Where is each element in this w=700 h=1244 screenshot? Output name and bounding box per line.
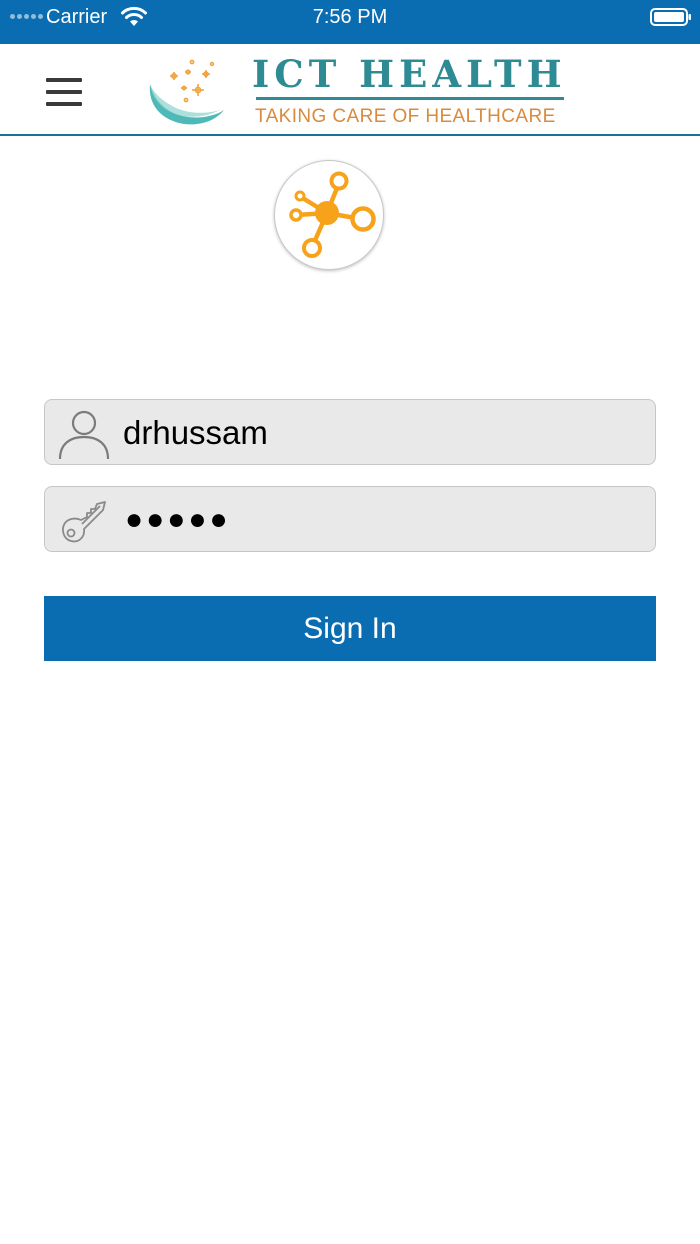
brand-title: ICT HEALTH (252, 52, 567, 96)
username-field[interactable] (44, 399, 656, 465)
status-time: 7:56 PM (312, 6, 388, 28)
status-bar: Carrier 7:56 PM (0, 0, 700, 44)
username-input[interactable] (123, 408, 643, 458)
password-field[interactable] (44, 486, 656, 552)
user-icon (58, 410, 110, 460)
battery-icon (650, 8, 691, 26)
brand-tagline: TAKING CARE OF HEALTHCARE (255, 106, 556, 127)
brand-divider (256, 97, 564, 100)
key-icon (62, 501, 106, 543)
password-input[interactable] (123, 495, 643, 545)
molecule-logo-icon (274, 160, 384, 270)
sign-in-button[interactable]: Sign In (44, 596, 656, 661)
hamburger-menu-icon[interactable] (40, 72, 88, 112)
header-bar: ICT HEALTH TAKING CARE OF HEALTHCARE (0, 44, 700, 136)
brand-logo-icon (149, 59, 224, 125)
